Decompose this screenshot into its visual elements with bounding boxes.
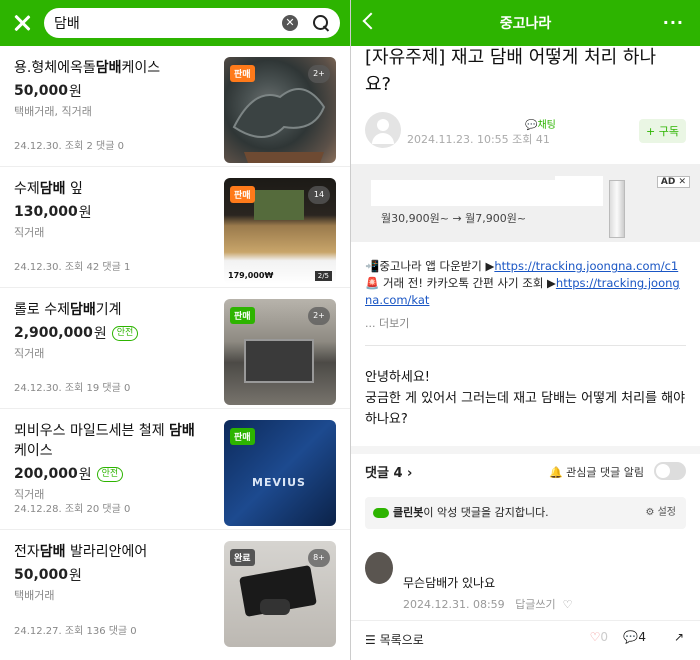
search-icon[interactable] (312, 14, 330, 32)
ad-product-image (609, 180, 625, 238)
search-query[interactable]: 담배 (54, 13, 282, 33)
status-badge: 완료 (230, 549, 255, 566)
chat-bubble-icon: 💬 (525, 120, 538, 131)
item-thumbnail[interactable]: MEVIUS 판매 (224, 420, 336, 526)
bell-icon: 🔔 (548, 466, 563, 479)
comments-count-link[interactable]: 댓글 4 › (365, 462, 412, 481)
item-meta: 24.12.28. 조회 20 댓글 0 (14, 504, 131, 515)
post-title: [자유주제] 재고 담배 어떻게 처리 하나요? (365, 47, 657, 95)
list-icon: ☰ (365, 633, 376, 647)
item-title: 롤로 수제담배기계 (14, 302, 122, 318)
heart-icon: ♡ (589, 630, 601, 644)
search-header: 담배 ✕ (0, 0, 350, 46)
ad-price: 월30,900원~ → 월7,900원~ (381, 212, 527, 225)
close-icon: ✕ (678, 177, 686, 187)
post-datetime: 2024.11.23. 10:55 조회 41 (407, 133, 550, 146)
safe-badge: 안전 (96, 466, 124, 482)
comments-button[interactable]: 💬4 (623, 630, 646, 644)
robot-icon (373, 508, 389, 518)
back-icon[interactable] (362, 12, 380, 30)
post-greeting: 안녕하세요! (365, 370, 431, 385)
tracking-link[interactable]: https://tracking.joongna.com/c1 (494, 259, 678, 273)
item-meta: 24.12.30. 조회 19 댓글 0 (14, 383, 131, 394)
link-line: 📲중고나라 앱 다운받기 ▶https://tracking.joongna.c… (365, 259, 679, 273)
item-title: 수제담배 잎 (14, 181, 83, 197)
like-button[interactable]: ♡0 (590, 630, 608, 644)
list-item[interactable]: 전자담배 발라리안에어 50,000 원 택배거래 24.12.27. 조회 13… (0, 530, 350, 651)
item-thumbnail[interactable]: 판매 2+ (224, 57, 336, 163)
search-results-pane: 담배 ✕ 용.형체에옥돌담배케이스 50,000 원 택배거래, 직거래 24.1… (0, 0, 350, 660)
status-badge: 판매 (230, 186, 255, 203)
list-item[interactable]: 롤로 수제담배기계 2,900,000 원 안전 직거래 24.12.30. 조회 … (0, 288, 350, 409)
cleanbot-name: 클린봇 (393, 506, 424, 519)
post-detail-pane: 중고나라 ··· [자유주제] 재고 담배 어떻게 처리 하나요? 💬채팅 20… (351, 0, 700, 660)
vape-device-icon (260, 599, 290, 615)
image-count: 14 (308, 186, 330, 204)
comment-icon: 💬 (623, 630, 639, 644)
comment-text: 무슨담배가 있나요 (403, 576, 496, 590)
comment-alert-label: 🔔 관심글 댓글 알림 (548, 466, 644, 479)
avatar[interactable] (365, 112, 401, 148)
heart-icon[interactable]: ♡ (563, 598, 573, 611)
item-title: 용.형체에옥돌담배케이스 (14, 60, 161, 76)
status-badge: 판매 (230, 307, 255, 324)
author-row: 💬채팅 2024.11.23. 10:55 조회 41 + 구독 (351, 112, 700, 152)
ad-tag[interactable]: AD ✕ (656, 176, 690, 188)
bottom-bar: ☰ 목록으로 ♡0 💬4 ↗ (351, 620, 700, 660)
list-item[interactable]: 용.형체에옥돌담배케이스 50,000 원 택배거래, 직거래 24.12.30.… (0, 46, 350, 167)
list-item[interactable]: 수제담배 잎 130,000 원 직거래 24.12.30. 조회 42 댓글 1… (0, 167, 350, 288)
safe-badge: 안전 (111, 325, 139, 341)
back-to-list-button[interactable]: ☰ 목록으로 (365, 631, 424, 648)
item-meta: 24.12.30. 조회 42 댓글 1 (14, 262, 131, 273)
avatar[interactable] (365, 552, 393, 584)
post-header: 중고나라 ··· (351, 0, 700, 46)
comment-meta: 2024.12.31. 08:59 답글쓰기 ♡ (403, 598, 573, 611)
item-meta: 24.12.30. 조회 2 댓글 0 (14, 141, 124, 152)
image-count: 8+ (308, 549, 330, 567)
close-icon[interactable] (10, 11, 34, 35)
status-badge: 판매 (230, 428, 255, 445)
image-count: 2+ (308, 65, 330, 83)
thumb-page: 2/5 (314, 271, 332, 281)
thumb-price: 179,000₩ (228, 271, 274, 280)
link-line: 🚨 거래 전! 카카오톡 간편 사기 조회 ▶https://tracking.… (365, 276, 680, 307)
item-title: 전자담배 발라리안에어 (14, 544, 148, 560)
section-divider (351, 446, 700, 454)
thumb-brand: MEVIUS (252, 476, 306, 489)
item-meta: 24.12.27. 조회 136 댓글 0 (14, 626, 137, 637)
item-title: 뫼비우스 마일드세븐 철제 담배 케이스 (14, 423, 195, 459)
post-body: 안녕하세요! 궁금한 게 있어서 그러는데 재고 담배는 어떻게 처리를 해야하… (365, 367, 690, 430)
subscribe-button[interactable]: + 구독 (639, 119, 686, 143)
reply-button[interactable]: 답글쓰기 (515, 598, 555, 611)
ad-banner[interactable]: 월30,900원~ → 월7,900원~ AD ✕ (351, 164, 700, 242)
divider (365, 345, 686, 346)
read-more-link[interactable]: ... 더보기 (365, 315, 409, 331)
chat-link[interactable]: 💬채팅 (525, 116, 556, 131)
share-icon[interactable]: ↗ (674, 630, 684, 644)
list-item[interactable]: 뫼비우스 마일드세븐 철제 담배 케이스 200,000 원 안전 직거래 24.1… (0, 409, 350, 530)
post-text: 궁금한 게 있어서 그러는데 재고 담배는 어떻게 처리를 해야하나요? (365, 391, 686, 427)
item-thumbnail[interactable]: 판매 14 179,000₩ 2/5 (224, 178, 336, 284)
tobacco-box-icon (254, 190, 304, 220)
search-input[interactable]: 담배 ✕ (44, 8, 340, 38)
comment-item: 무슨담배가 있나요 2024.12.31. 08:59 답글쓰기 ♡ (351, 552, 700, 612)
ad-text-placeholder (555, 176, 603, 190)
more-icon[interactable]: ··· (663, 13, 684, 32)
machine-icon (244, 339, 314, 383)
post-links: 📲중고나라 앱 다운받기 ▶https://tracking.joongna.c… (351, 258, 700, 309)
cleanbot-notice: 클린봇이 악성 댓글을 감지합니다. ⚙ 설정 (365, 497, 686, 529)
clear-circle-icon[interactable]: ✕ (282, 15, 298, 31)
cleanbot-settings-button[interactable]: ⚙ 설정 (645, 497, 676, 529)
gear-icon: ⚙ (645, 507, 655, 518)
comments-bar: 댓글 4 › 🔔 관심글 댓글 알림 (365, 460, 686, 484)
comment-alert-toggle[interactable] (654, 462, 686, 480)
item-thumbnail[interactable]: 판매 2+ (224, 299, 336, 405)
status-badge: 판매 (230, 65, 255, 82)
item-thumbnail[interactable]: 완료 8+ (224, 541, 336, 647)
image-count: 2+ (308, 307, 330, 325)
cleanbot-text: 이 악성 댓글을 감지합니다. (423, 506, 549, 519)
header-title: 중고나라 (499, 16, 552, 32)
